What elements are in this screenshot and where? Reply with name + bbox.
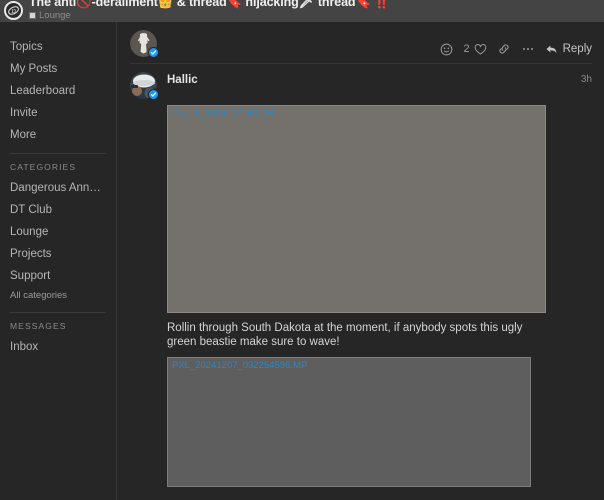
sidebar-all-categories-link[interactable]: All categories	[0, 287, 116, 305]
thread-title-text: The anti🚫-derailment👑 & thread🔖 hijackin…	[29, 0, 390, 9]
avatar[interactable]	[130, 30, 159, 58]
sidebar-category-dangerous-announcements[interactable]: Dangerous Announce...	[0, 177, 116, 199]
category-color-chip	[29, 12, 36, 20]
breadcrumb-category-label: Lounge	[39, 10, 71, 21]
sidebar-item-topics[interactable]: Topics	[0, 36, 116, 58]
sidebar-item-leaderboard[interactable]: Leaderboard	[0, 80, 116, 102]
app-header: D The anti🚫-derailment👑 & thread🔖 hijack…	[0, 0, 604, 22]
sidebar-item-my-posts[interactable]: My Posts	[0, 58, 116, 80]
sidebar-item-inbox[interactable]: Inbox	[0, 336, 116, 358]
sidebar-category-dt-club[interactable]: DT Club	[0, 199, 116, 221]
sidebar-item-more[interactable]: More	[0, 124, 116, 146]
heart-icon	[474, 43, 486, 55]
breadcrumb[interactable]: Lounge	[29, 11, 390, 21]
sidebar: Topics My Posts Leaderboard Invite More …	[0, 22, 117, 500]
emoji-react-button[interactable]	[440, 43, 453, 56]
post-action-bar: 2 Reply	[440, 42, 592, 56]
post-author-name[interactable]: Hallic	[167, 74, 198, 86]
attachment-image-1[interactable]: Dec_8_2024_17_43_36	[167, 105, 546, 313]
sidebar-divider-1	[10, 153, 106, 154]
sidebar-category-lounge[interactable]: Lounge	[0, 221, 116, 243]
reply-arrow-icon	[546, 45, 556, 53]
ellipsis-icon	[522, 47, 533, 51]
attachment-filename-1[interactable]: Dec_8_2024_17_43_36	[172, 108, 273, 119]
link-chain-icon	[499, 44, 509, 54]
verified-badge-icon	[148, 47, 159, 58]
like-button[interactable]: 2	[463, 43, 486, 56]
attachment-image-2[interactable]: PXL_20241207_032254596.MP	[167, 357, 531, 487]
reply-button[interactable]: Reply	[545, 43, 592, 56]
sidebar-divider-2	[10, 312, 106, 313]
post-author-row: Hallic	[130, 72, 592, 100]
copy-link-button[interactable]	[497, 42, 511, 56]
reply-label: Reply	[562, 43, 592, 55]
post-body: Dec_8_2024_17_43_36 Rollin through South…	[167, 105, 592, 487]
svg-text:D: D	[10, 9, 16, 15]
main-content: 2 Reply Hallic 3h Dec_8_2024_17_43_36 Ro…	[118, 22, 604, 500]
post-text: Rollin through South Dakota at the momen…	[167, 322, 523, 348]
more-options-button[interactable]	[521, 42, 535, 56]
sidebar-category-projects[interactable]: Projects	[0, 243, 116, 265]
like-count: 2	[463, 43, 470, 55]
forum-logo-icon[interactable]: D	[4, 1, 23, 20]
sidebar-category-support[interactable]: Support	[0, 265, 116, 287]
sidebar-heading-messages: MESSAGES	[10, 321, 67, 331]
forum-app-window: D The anti🚫-derailment👑 & thread🔖 hijack…	[0, 0, 604, 500]
attachment-filename-2[interactable]: PXL_20241207_032254596.MP	[172, 360, 307, 371]
post-item-top: 2 Reply	[118, 22, 604, 64]
verified-badge-icon	[148, 89, 159, 100]
sidebar-heading-categories: CATEGORIES	[10, 162, 77, 172]
thread-title[interactable]: The anti🚫-derailment👑 & thread🔖 hijackin…	[29, 0, 390, 9]
post-item-hallic: Hallic 3h Dec_8_2024_17_43_36 Rollin thr…	[118, 64, 604, 487]
sidebar-item-invite[interactable]: Invite	[0, 102, 116, 124]
post-timestamp: 3h	[580, 74, 592, 85]
avatar[interactable]	[130, 72, 159, 100]
